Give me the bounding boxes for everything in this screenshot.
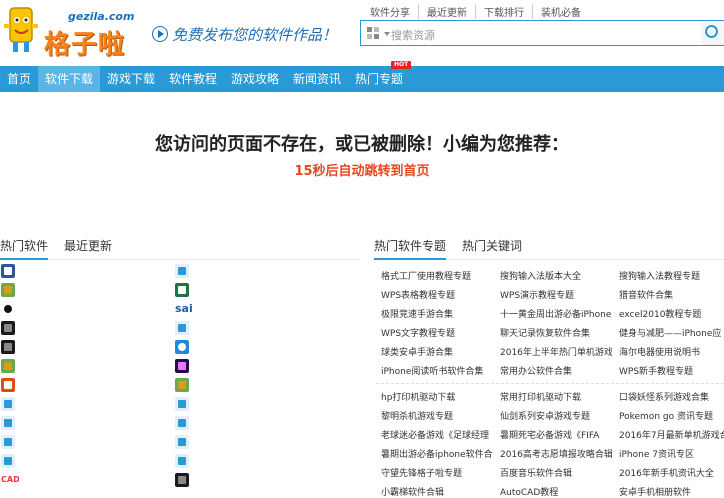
search-box: 搜索资源 — [360, 20, 724, 46]
nav-game-guide[interactable]: 游戏攻略 — [224, 66, 286, 92]
topic-link[interactable]: WPS新手教程专题 — [619, 364, 724, 377]
redirect-countdown: 15秒后自动跳转到首页 — [294, 164, 430, 179]
topic-link[interactable]: 2016年上半年热门单机游戏 — [500, 345, 612, 358]
topic-link[interactable]: 常用办公软件合集 — [500, 364, 612, 377]
app-icon[interactable] — [175, 416, 189, 430]
app-icon[interactable] — [175, 264, 189, 278]
keyword-link[interactable]: AutoCAD教程 — [500, 485, 612, 498]
game-icon[interactable] — [175, 378, 189, 392]
app-icon[interactable] — [1, 454, 15, 468]
top-links: 软件分享 最近更新 下载排行 装机必备 — [362, 4, 589, 19]
category-grid-icon[interactable] — [367, 27, 381, 39]
topic-link[interactable]: 健身与减肥——iPhone应 — [619, 326, 724, 339]
qq-icon[interactable] — [1, 302, 15, 316]
topic-link[interactable]: 极限竞速手游合集 — [381, 307, 493, 320]
nav-software-download[interactable]: 软件下载 — [38, 66, 100, 92]
app-icon[interactable] — [1, 416, 15, 430]
keyword-link[interactable]: 黎明杀机游戏专题 — [381, 409, 493, 422]
top-link-recent[interactable]: 最近更新 — [419, 4, 476, 19]
section-divider — [376, 383, 724, 384]
topic-link[interactable]: WPS文字教程专题 — [381, 326, 493, 339]
site-brand: 格子啦 — [44, 30, 126, 60]
nav-software-tutorial[interactable]: 软件教程 — [162, 66, 224, 92]
app-icon[interactable] — [175, 454, 189, 468]
keyword-link[interactable]: 仙剑系列安卓游戏专题 — [500, 409, 612, 422]
keyword-link[interactable]: iPhone 7资讯专区 — [619, 447, 724, 460]
hot-badge: HOT — [391, 61, 412, 69]
keyword-link[interactable]: 2016年7月最新单机游戏合 — [619, 428, 724, 441]
film-icon[interactable] — [175, 473, 189, 487]
keyword-link[interactable]: 2016年新手机资讯大全 — [619, 466, 724, 479]
keyword-link[interactable]: 百度音乐软件合辑 — [500, 466, 612, 479]
excel-icon[interactable] — [175, 283, 189, 297]
app-icon[interactable] — [1, 397, 15, 411]
left-tabs: 热门软件 最近更新 — [0, 238, 360, 260]
nav-game-download[interactable]: 游戏下载 — [100, 66, 162, 92]
cad-icon[interactable]: CAD — [1, 473, 19, 487]
app-icon[interactable] — [175, 435, 189, 449]
topic-link[interactable]: 球类安卓手游合集 — [381, 345, 493, 358]
keyword-link[interactable]: 2016高考志愿填报攻略合辑 — [500, 447, 612, 460]
keyword-link[interactable]: 常用打印机驱动下载 — [500, 390, 612, 403]
topic-link[interactable]: 聊天记录恢复软件合集 — [500, 326, 612, 339]
office-icon[interactable] — [1, 378, 15, 392]
tab-hot-keywords[interactable]: 热门关键词 — [462, 238, 522, 258]
keyword-link[interactable]: 口袋妖怪系列游戏合集 — [619, 390, 724, 403]
keyword-link[interactable]: 暑期死宅必备游戏《FIFA — [500, 428, 612, 441]
topic-link[interactable]: 格式工厂使用教程专题 — [381, 269, 493, 282]
app-icon[interactable] — [175, 321, 189, 335]
film-icon[interactable] — [1, 321, 15, 335]
search-icon — [705, 25, 718, 38]
nav-news[interactable]: 新闻资讯 — [286, 66, 348, 92]
topic-link[interactable]: 搜狗输入法版本大全 — [500, 269, 612, 282]
keyword-link[interactable]: hp打印机驱动下载 — [381, 390, 493, 403]
topic-link[interactable]: 搜狗输入法教程专题 — [619, 269, 724, 282]
app-icon[interactable] — [175, 397, 189, 411]
tab-hot-software-topics[interactable]: 热门软件专题 — [374, 238, 447, 260]
search-input[interactable]: 搜索资源 — [391, 27, 435, 43]
film-icon[interactable] — [1, 340, 15, 354]
slogan-text: 免费发布您的软件作品！ — [172, 26, 338, 44]
chevron-down-icon[interactable] — [384, 32, 390, 36]
sai-icon[interactable]: sai — [175, 302, 195, 316]
topic-link[interactable]: WPS演示教程专题 — [500, 288, 612, 301]
right-tabs: 热门软件专题 热门关键词 — [374, 238, 724, 260]
tab-recent-updates[interactable]: 最近更新 — [64, 238, 112, 258]
refresh-icon[interactable] — [175, 340, 189, 354]
topic-link[interactable]: iPhone阅读听书软件合集 — [381, 364, 493, 377]
topic-link[interactable]: 十一黄金周出游必备iPhone — [500, 307, 612, 320]
keyword-link[interactable]: 守望先锋格子啦专题 — [381, 466, 493, 479]
topic-link[interactable]: 猎音软件合集 — [619, 288, 724, 301]
search-button[interactable] — [701, 21, 724, 45]
site-header: gezila.com 格子啦 免费发布您的软件作品！ 软件分享 最近更新 下载排行装… — [0, 0, 724, 66]
topic-link[interactable]: excel2010教程专题 — [619, 307, 724, 320]
app-icon[interactable] — [1, 435, 15, 449]
main-nav: 首页 软件下载 游戏下载 软件教程 游戏攻略 新闻资讯 热门专题 HOT — [0, 61, 724, 92]
keyword-link[interactable]: 安卓手机相册软件 — [619, 485, 724, 498]
play-icon — [152, 26, 168, 42]
tab-hot-software[interactable]: 热门软件 — [0, 238, 49, 260]
topic-link[interactable]: WPS表格教程专题 — [381, 288, 493, 301]
keyword-link[interactable]: 小霸梯软件合辑 — [381, 485, 493, 498]
slogan: 免费发布您的软件作品！ — [152, 24, 337, 45]
top-link-ranking[interactable]: 下载排行 — [476, 4, 533, 19]
top-link-share[interactable]: 软件分享 — [362, 4, 419, 19]
keyword-link[interactable]: Pokemon go 资讯专题 — [619, 409, 724, 422]
keyword-link[interactable]: 暑期出游必备iphone软件合 — [381, 447, 493, 460]
site-logo[interactable]: gezila.com 格子啦 — [0, 0, 150, 64]
game-icon[interactable] — [1, 283, 15, 297]
nav-hot-topics[interactable]: 热门专题 — [348, 66, 410, 92]
word-icon[interactable] — [1, 264, 15, 278]
not-found-message: 您访问的页面不存在，或已被删除！小编为您推荐： — [155, 134, 569, 155]
premiere-icon[interactable] — [175, 359, 189, 373]
nav-home[interactable]: 首页 — [0, 66, 38, 92]
game-icon[interactable] — [1, 359, 15, 373]
mascot-icon — [4, 7, 38, 52]
keyword-link[interactable]: 老球迷必备游戏《足球经理 — [381, 428, 493, 441]
topic-link[interactable]: 海尔电器使用说明书 — [619, 345, 724, 358]
top-link-essentials[interactable]: 装机必备 — [533, 4, 589, 19]
site-url: gezila.com — [68, 10, 135, 23]
